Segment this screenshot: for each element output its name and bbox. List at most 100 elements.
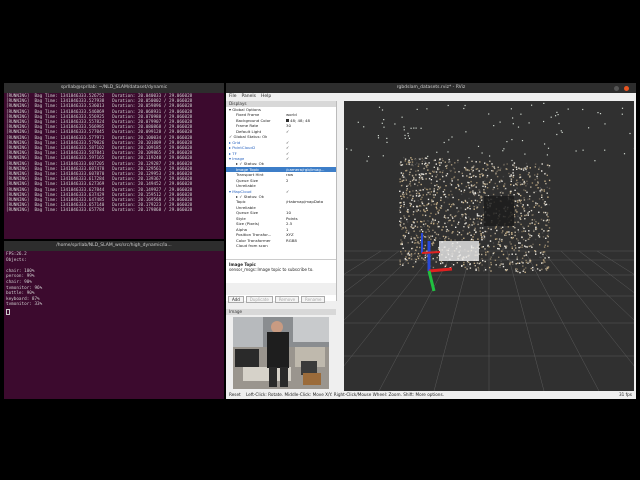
sparse-point bbox=[511, 159, 513, 162]
point-cloud-point bbox=[399, 202, 401, 204]
reset-button[interactable]: Reset bbox=[229, 392, 241, 397]
point-cloud-point bbox=[434, 231, 436, 234]
point-cloud-point bbox=[417, 241, 419, 243]
point-cloud-point bbox=[533, 206, 535, 208]
rename-button[interactable]: Rename bbox=[301, 296, 326, 303]
point-cloud-point bbox=[415, 261, 417, 263]
point-cloud-point bbox=[473, 218, 475, 220]
point-cloud-point bbox=[465, 185, 467, 188]
point-cloud-view[interactable] bbox=[344, 101, 634, 391]
property-key-text: Alpha bbox=[236, 226, 248, 232]
point-cloud-point bbox=[420, 220, 422, 223]
sparse-point bbox=[464, 104, 466, 107]
point-cloud-point bbox=[515, 268, 518, 271]
point-cloud-point bbox=[542, 253, 544, 256]
point-cloud-point bbox=[480, 215, 482, 217]
point-cloud-point bbox=[405, 189, 408, 192]
point-cloud-point bbox=[513, 249, 515, 251]
point-cloud-point bbox=[406, 207, 408, 209]
point-cloud-point bbox=[517, 229, 519, 231]
point-cloud-point bbox=[478, 243, 481, 245]
point-cloud-point bbox=[402, 247, 404, 249]
property-value-text: ✓ bbox=[286, 139, 290, 145]
point-cloud-point bbox=[403, 205, 405, 208]
point-cloud-point bbox=[543, 211, 545, 214]
point-cloud-point bbox=[515, 263, 517, 265]
point-cloud-point bbox=[517, 221, 519, 223]
terminal-titlebar[interactable]: /home/sprllab/NLD_SLAM_ws/src/high_dynam… bbox=[4, 241, 224, 251]
point-cloud-point bbox=[490, 263, 492, 266]
point-cloud-point bbox=[415, 174, 417, 176]
point-cloud-point bbox=[433, 188, 435, 190]
close-icon[interactable] bbox=[624, 85, 629, 91]
terminal-window-detection[interactable]: /home/sprllab/NLD_SLAM_ws/src/high_dynam… bbox=[4, 241, 224, 399]
point-cloud-point bbox=[517, 270, 519, 273]
point-cloud-point bbox=[434, 159, 436, 161]
point-cloud-point bbox=[502, 253, 505, 256]
point-cloud-point bbox=[402, 262, 404, 265]
point-cloud-point bbox=[420, 173, 422, 175]
menu-help[interactable]: Help bbox=[261, 94, 271, 99]
color-swatch[interactable] bbox=[286, 119, 289, 123]
point-cloud-point bbox=[457, 223, 459, 225]
terminal-window-rosbag[interactable]: sprllab@sprllab: ~/NLD_SLAM/dataset/dyna… bbox=[4, 83, 224, 239]
point-cloud-point bbox=[479, 201, 481, 203]
point-cloud-point bbox=[437, 188, 439, 191]
point-cloud-point bbox=[432, 229, 434, 231]
point-cloud-point bbox=[527, 212, 529, 214]
point-cloud-point bbox=[413, 176, 415, 179]
point-cloud-point bbox=[476, 200, 479, 202]
point-cloud-point bbox=[461, 265, 463, 267]
point-cloud-point bbox=[512, 169, 514, 171]
point-cloud-point bbox=[485, 169, 487, 171]
property-key-text: Fixed Frame bbox=[236, 112, 260, 118]
point-cloud-point bbox=[515, 181, 518, 183]
point-cloud-point bbox=[409, 202, 411, 204]
point-cloud-point bbox=[533, 229, 535, 231]
point-cloud-point bbox=[418, 179, 421, 181]
point-cloud-point bbox=[478, 204, 480, 206]
point-cloud-point bbox=[544, 257, 546, 259]
minimize-icon[interactable] bbox=[614, 85, 619, 91]
point-cloud-point bbox=[424, 210, 426, 213]
point-cloud-point bbox=[454, 171, 456, 173]
point-cloud-point bbox=[481, 237, 483, 239]
displays-tree[interactable]: ▾ Global Options Fixed Frame world Backgrou… bbox=[226, 107, 336, 259]
point-cloud-point bbox=[403, 215, 405, 217]
point-cloud-point bbox=[468, 231, 471, 234]
point-cloud-point bbox=[432, 219, 434, 221]
add-button[interactable]: Add bbox=[228, 296, 244, 303]
point-cloud-point bbox=[412, 164, 414, 167]
point-cloud-point bbox=[406, 185, 408, 187]
point-cloud-point bbox=[443, 189, 446, 191]
duplicate-button[interactable]: Duplicate bbox=[245, 296, 273, 303]
point-cloud-point bbox=[533, 219, 536, 221]
display-tree-row[interactable]: Cloud from scan bbox=[226, 243, 336, 248]
point-cloud-point bbox=[530, 209, 533, 212]
menu-panels[interactable]: Panels bbox=[242, 94, 256, 99]
point-cloud-point bbox=[539, 190, 541, 192]
rviz-window[interactable]: rgbdslam_datasets.rviz* - RViz File Panel… bbox=[226, 83, 636, 399]
remove-button[interactable]: Remove bbox=[274, 296, 300, 303]
point-cloud-point bbox=[428, 177, 431, 180]
point-cloud-point bbox=[538, 211, 540, 213]
3d-viewport[interactable] bbox=[344, 101, 634, 391]
point-cloud-point bbox=[400, 243, 402, 245]
sparse-point bbox=[594, 160, 596, 162]
point-cloud-point bbox=[412, 266, 414, 268]
point-cloud-point bbox=[400, 250, 402, 253]
point-cloud-point bbox=[443, 201, 445, 204]
terminal-titlebar[interactable]: sprllab@sprllab: ~/NLD_SLAM/dataset/dyna… bbox=[4, 83, 224, 93]
menu-file[interactable]: File bbox=[229, 94, 237, 99]
point-cloud-point bbox=[544, 204, 546, 206]
point-cloud-point bbox=[523, 183, 525, 185]
point-cloud-point bbox=[408, 257, 410, 259]
point-cloud-point bbox=[540, 218, 543, 221]
rviz-titlebar[interactable]: rgbdslam_datasets.rviz* - RViz bbox=[226, 83, 636, 93]
point-cloud-point bbox=[457, 210, 460, 212]
sparse-point bbox=[582, 108, 584, 111]
point-cloud-point bbox=[399, 178, 401, 180]
point-cloud-point bbox=[471, 224, 473, 226]
point-cloud-point bbox=[545, 269, 548, 271]
point-cloud-point bbox=[441, 174, 443, 176]
